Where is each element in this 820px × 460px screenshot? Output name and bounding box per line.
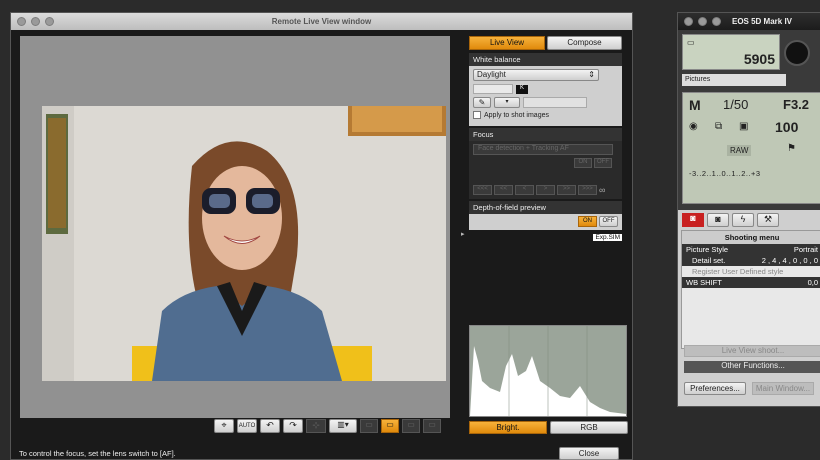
menu-row-wb-shift[interactable]: WB SHIFT 0,0 (682, 277, 820, 288)
camera-titlebar: EOS 5D Mark IV (678, 13, 820, 30)
window-title: Remote Live View window (271, 17, 372, 26)
hist-bright-button[interactable]: Bright. (469, 421, 547, 434)
camera-window: EOS 5D Mark IV ▭ 5905 Pictures M 1/50 F3… (677, 12, 820, 407)
status-message: To control the focus, set the lens switc… (19, 449, 176, 458)
display-toolbar: ⌖ AUTO ↶ ↷ ⊹ ▥▾ ▭ ▭ ▭ ▭ (214, 419, 441, 433)
focus-section: Face detection + Tracking AF ON OFF <<< … (469, 141, 622, 199)
cam-zoom-dot-icon[interactable] (712, 17, 721, 26)
apply-shot-label: Apply to shot images (484, 111, 549, 119)
histogram-graph (470, 326, 626, 416)
wb-section-title: White balance (469, 53, 622, 66)
shutter-speed[interactable]: 1/50 (723, 97, 748, 112)
drive-icon[interactable]: ⧉ (715, 121, 722, 132)
live-image-portrait (42, 106, 446, 381)
iso-value[interactable]: 100 (775, 119, 798, 135)
focus-near-3-button[interactable]: <<< (473, 185, 492, 195)
wb-value-field[interactable] (523, 97, 587, 108)
dof-off-button[interactable]: OFF (599, 216, 618, 227)
camera-footer: Preferences... Main Window... (684, 382, 814, 395)
folder-select[interactable]: Pictures (682, 74, 786, 86)
main-window-button[interactable]: Main Window... (752, 382, 814, 395)
menu-tabs: ◙ ◙ ϟ ⚒ (678, 210, 820, 230)
close-dot-icon[interactable] (17, 17, 26, 26)
focus-far-1-button[interactable]: > (536, 185, 555, 195)
wb-k-label: K (516, 84, 528, 94)
battery-icon: ▭ (687, 38, 695, 47)
live-view-window: Remote Live View window ⌖ AUTO ↶ ↷ ⊹ ▥▾ … (10, 12, 633, 460)
histogram-mode: Bright. RGB (469, 421, 628, 434)
live-view-display[interactable] (20, 36, 450, 418)
apply-shot-checkbox[interactable] (473, 111, 481, 119)
camera-title: EOS 5D Mark IV (731, 17, 793, 26)
af-area-icon[interactable]: ▣ (739, 121, 748, 132)
af-mode-select[interactable]: Face detection + Tracking AF (473, 144, 613, 155)
aperture[interactable]: F3.2 (783, 97, 809, 112)
aspect-icon[interactable]: ▥▾ (329, 419, 357, 433)
histogram (469, 325, 627, 417)
mode-icon[interactable]: M (689, 97, 701, 113)
wb-select[interactable]: Daylight ⇕ (473, 69, 599, 81)
shooting-menu: Shooting menu Picture Style Portrait Deta… (681, 230, 820, 349)
shots-remaining: 5905 (743, 51, 775, 67)
main-dial-icon[interactable] (784, 40, 810, 66)
focus-far-2-button[interactable]: >> (557, 185, 576, 195)
focus-section-title: Focus (469, 128, 622, 141)
menu-row-register: Register User Defined style (692, 267, 784, 276)
zoom-100-icon[interactable]: ▭ (423, 419, 441, 433)
control-panel: Live View Compose White balance Daylight… (469, 36, 622, 241)
camera-bottom-buttons: Live View shoot... Other Functions... (684, 345, 820, 373)
wb-section: Daylight ⇕ K ✎ ▾ Apply to shot images (469, 66, 622, 126)
camera-status-panel: ▭ 5905 Pictures M 1/50 F3.2 ◉ ⧉ ▣ 100 RA… (678, 30, 820, 210)
af-on-button[interactable]: ON (574, 158, 592, 168)
rotate-right-icon[interactable]: ↷ (283, 419, 303, 433)
eyedropper-icon[interactable]: ✎ (473, 97, 491, 108)
dof-on-button[interactable]: ON (578, 216, 597, 227)
focus-far-3-button[interactable]: >>> (578, 185, 597, 195)
menu-row-detail[interactable]: Detail set. 2 , 4 , 4 , 0 , 0 , 0 (682, 255, 820, 266)
zoom-dot-icon[interactable] (45, 17, 54, 26)
rotate-left-icon[interactable]: ↶ (260, 419, 280, 433)
metering-icon[interactable]: ◉ (689, 121, 698, 132)
af-off-button[interactable]: OFF (594, 158, 612, 168)
dof-section-title: Depth-of-field preview (469, 201, 622, 214)
grid-icon[interactable]: ⊹ (306, 419, 326, 433)
other-functions-button[interactable]: Other Functions... (684, 361, 820, 373)
live-view-shoot-button[interactable]: Live View shoot... (684, 345, 820, 357)
wb-kelvin-input[interactable] (473, 84, 513, 94)
hist-rgb-button[interactable]: RGB (550, 421, 628, 434)
flash-tab-icon[interactable]: ϟ (732, 213, 754, 227)
menu-row-picture-style[interactable]: Picture Style Portrait (682, 244, 820, 255)
white-balance-icon[interactable]: ⚑ (787, 143, 796, 154)
wb-shift-select[interactable]: ▾ (494, 97, 520, 108)
cam-min-dot-icon[interactable] (698, 17, 707, 26)
shooting-tab-icon[interactable]: ◙ (682, 213, 704, 227)
camera-settings-tab-icon[interactable]: ◙ (707, 213, 729, 227)
expsim-badge: Exp.SIM (593, 234, 622, 241)
dof-section: ON OFF (469, 214, 622, 230)
awb-icon[interactable]: AUTO (237, 419, 257, 433)
zoom-5-icon[interactable]: ▭ (381, 419, 399, 433)
menu-title: Shooting menu (682, 231, 820, 244)
cam-close-dot-icon[interactable] (684, 17, 693, 26)
live-image (42, 106, 446, 381)
zoom-10-icon[interactable]: ▭ (402, 419, 420, 433)
live-view-titlebar: Remote Live View window (11, 13, 632, 30)
close-button[interactable]: Close (559, 447, 619, 460)
crosshair-icon[interactable]: ⌖ (214, 419, 234, 433)
tab-compose[interactable]: Compose (547, 36, 622, 50)
zoom-1-icon[interactable]: ▭ (360, 419, 378, 433)
lcd-settings: M 1/50 F3.2 ◉ ⧉ ▣ 100 RAW ⚑ -3..2..1..0.… (682, 92, 820, 204)
quality-value[interactable]: RAW (727, 145, 752, 156)
collapse-arrow-icon[interactable]: ▸ (461, 230, 465, 238)
tab-live-view[interactable]: Live View (469, 36, 545, 50)
preferences-button[interactable]: Preferences... (684, 382, 746, 395)
exposure-scale[interactable]: -3..2..1..0..1..2..+3 (689, 169, 761, 178)
focus-near-2-button[interactable]: << (494, 185, 513, 195)
infinity-icon: ∞ (599, 185, 606, 195)
tools-tab-icon[interactable]: ⚒ (757, 213, 779, 227)
lcd-top: ▭ 5905 (682, 34, 780, 70)
focus-near-1-button[interactable]: < (515, 185, 534, 195)
minimize-dot-icon[interactable] (31, 17, 40, 26)
